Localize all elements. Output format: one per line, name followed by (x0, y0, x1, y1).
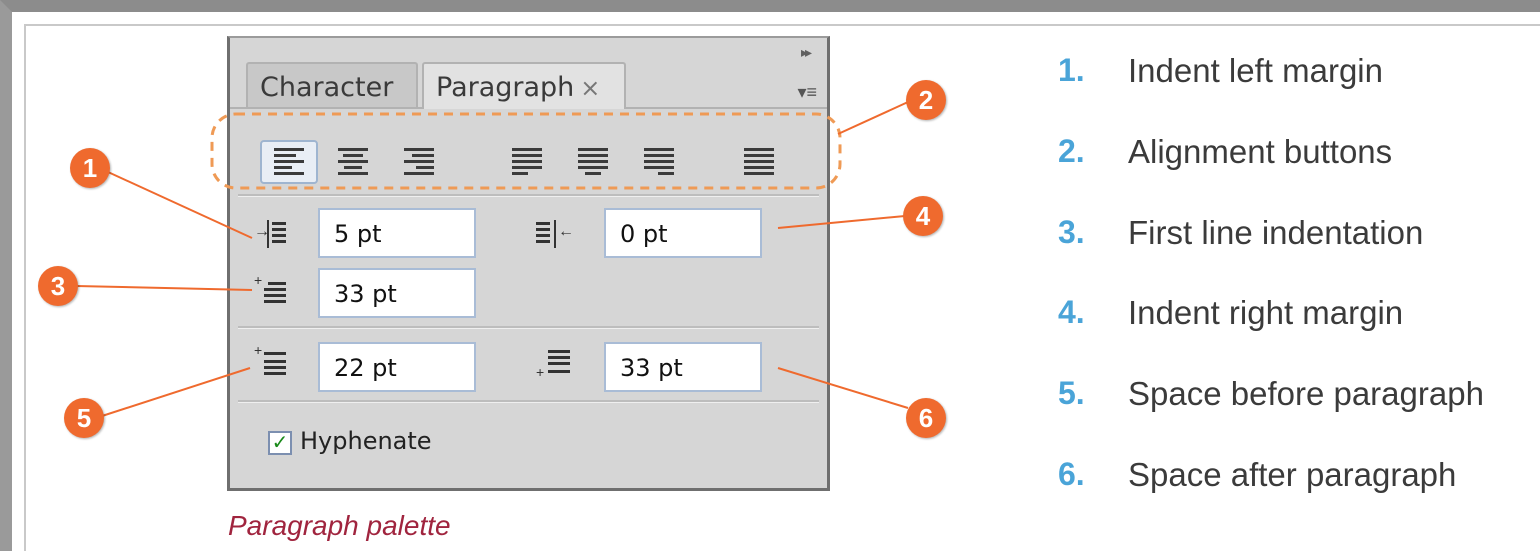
indent-left-value: 5 pt (334, 220, 382, 248)
justify-last-center-button[interactable] (564, 140, 622, 184)
tab-paragraph-label: Paragraph (436, 72, 575, 103)
space-before-value: 22 pt (334, 354, 397, 382)
indent-right-icon: ← (536, 218, 574, 252)
palette-menu-icon[interactable]: ▾≡ (797, 82, 817, 103)
collapse-palette-icon[interactable]: ▸▸ (801, 44, 812, 61)
divider (238, 326, 819, 329)
divider (238, 400, 819, 403)
indent-right-field[interactable]: 0 pt (604, 208, 762, 258)
align-right-button[interactable] (390, 140, 448, 184)
hyphenate-label: Hyphenate (300, 427, 432, 455)
legend-text: Indent left margin (1128, 52, 1383, 89)
indent-left-field[interactable]: 5 pt (318, 208, 476, 258)
first-line-indent-field[interactable]: 33 pt (318, 268, 476, 318)
legend-text: Space before paragraph (1128, 375, 1484, 412)
callout-marker-2: 2 (906, 80, 946, 120)
palette-caption: Paragraph palette (228, 510, 451, 541)
callout-marker-3: 3 (38, 266, 78, 306)
legend-text: First line indentation (1128, 214, 1424, 251)
justify-last-right-button[interactable] (630, 140, 688, 184)
tab-paragraph[interactable]: Paragraph × (422, 62, 626, 109)
justify-all-icon (744, 148, 774, 176)
legend-number: 6. (1058, 456, 1085, 492)
legend-text: Space after paragraph (1128, 456, 1457, 493)
first-line-indent-value: 33 pt (334, 280, 397, 308)
legend-number: 2. (1058, 133, 1085, 169)
justify-all-button[interactable] (730, 140, 788, 184)
align-right-icon (404, 148, 434, 176)
callout-marker-6: 6 (906, 398, 946, 438)
alignment-buttons (252, 140, 812, 188)
callout-marker-4: 4 (903, 196, 943, 236)
first-line-indent-icon: + (254, 272, 288, 312)
close-tab-icon[interactable]: × (580, 74, 600, 102)
legend-text: Indent right margin (1128, 294, 1404, 331)
align-left-button[interactable] (260, 140, 318, 184)
legend-number: 1. (1058, 52, 1085, 88)
tab-character[interactable]: Character (246, 62, 418, 107)
space-after-field[interactable]: 33 pt (604, 342, 762, 392)
justify-last-right-icon (644, 148, 674, 176)
indent-right-value: 0 pt (620, 220, 668, 248)
legend-text: Alignment buttons (1128, 133, 1393, 170)
space-after-value: 33 pt (620, 354, 683, 382)
justify-last-left-icon (512, 148, 542, 176)
indent-left-icon: → (254, 218, 288, 252)
legend-number: 3. (1058, 214, 1085, 250)
legend-number: 4. (1058, 294, 1085, 330)
align-center-icon (338, 148, 368, 176)
align-center-button[interactable] (324, 140, 382, 184)
justify-last-left-button[interactable] (498, 140, 556, 184)
hyphenate-checkbox[interactable]: ✓ (268, 431, 292, 455)
space-before-field[interactable]: 22 pt (318, 342, 476, 392)
callout-marker-1: 1 (70, 148, 110, 188)
space-before-icon: + (254, 342, 288, 382)
justify-last-center-icon (578, 148, 608, 176)
legend-number: 5. (1058, 375, 1085, 411)
space-after-icon: + (536, 348, 570, 382)
tab-character-label: Character (260, 72, 394, 103)
palette-tab-row: Character Paragraph × (230, 62, 827, 109)
callout-marker-5: 5 (64, 398, 104, 438)
align-left-icon (274, 148, 304, 176)
paragraph-palette: ▸▸ Character Paragraph × ▾≡ → 5 pt ← 0 p… (227, 36, 830, 491)
divider (238, 194, 819, 197)
